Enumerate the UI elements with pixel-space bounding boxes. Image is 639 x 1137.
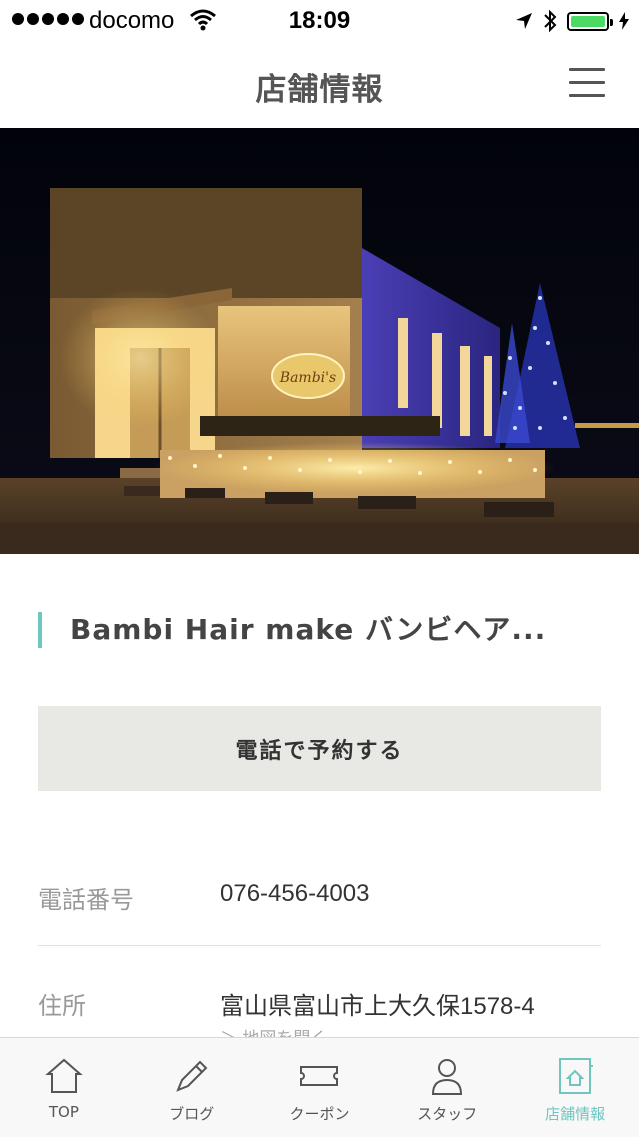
navigation-bar: 店舗情報 xyxy=(0,42,639,128)
home-icon xyxy=(45,1058,83,1093)
charging-bolt-icon xyxy=(619,12,629,30)
pencil-icon xyxy=(175,1060,208,1092)
battery-icon xyxy=(567,11,613,31)
address-label: 住所 xyxy=(38,992,86,1020)
bluetooth-icon xyxy=(544,9,557,33)
tab-coupon[interactable]: クーポン xyxy=(256,1038,384,1137)
tab-label: ブログ xyxy=(169,1105,215,1123)
shop-sign-text: Bambi's xyxy=(279,370,336,386)
divider xyxy=(38,945,601,946)
shop-icon xyxy=(559,1058,594,1094)
page-title: 店舗情報 xyxy=(255,72,384,108)
location-arrow-icon xyxy=(516,13,532,29)
tab-bar: TOP ブログ クーポン スタッフ 店舗情報 xyxy=(0,1037,639,1137)
tab-label: 店舗情報 xyxy=(545,1105,606,1123)
ticket-icon xyxy=(300,1066,339,1086)
tab-label: スタッフ xyxy=(417,1105,478,1123)
shop-name-heading: Bambi Hair make バンビヘア... xyxy=(38,612,546,648)
phone-label: 電話番号 xyxy=(38,886,134,914)
tab-label: TOP xyxy=(48,1103,79,1121)
hamburger-menu-icon[interactable] xyxy=(569,68,605,98)
tab-label: クーポン xyxy=(289,1105,350,1123)
address-value: 富山県富山市上大久保1578-4 xyxy=(220,993,535,1020)
phone-number-link[interactable]: 076-456-4003 xyxy=(220,880,369,908)
call-to-reserve-button[interactable]: 電話で予約する xyxy=(38,706,601,791)
tab-blog[interactable]: ブログ xyxy=(128,1038,256,1137)
tab-staff[interactable]: スタッフ xyxy=(383,1038,511,1137)
person-icon xyxy=(432,1059,463,1095)
tab-top[interactable]: TOP xyxy=(0,1038,128,1137)
shop-photo: Bambi's xyxy=(0,128,639,554)
tab-shop-info[interactable]: 店舗情報 xyxy=(511,1038,639,1137)
status-bar: docomo 18:09 xyxy=(0,0,639,42)
